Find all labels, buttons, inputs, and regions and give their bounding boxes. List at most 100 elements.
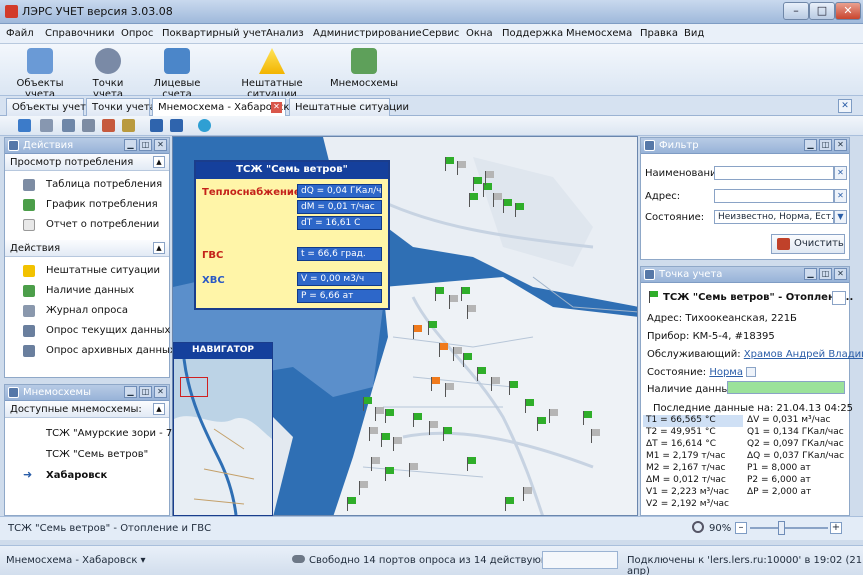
- map-object-marker[interactable]: [473, 177, 482, 191]
- menu-apartment[interactable]: Поквартирный учет: [162, 28, 267, 39]
- mnemo-item-khabarovsk[interactable]: ➜ Хабаровск: [5, 466, 169, 486]
- map-object-marker[interactable]: [457, 161, 466, 175]
- map-object-marker[interactable]: [467, 457, 476, 471]
- map-object-marker[interactable]: [445, 157, 454, 171]
- zoom-out-button[interactable]: –: [735, 522, 747, 534]
- map-object-marker[interactable]: [393, 437, 402, 451]
- map-object-marker[interactable]: [443, 427, 452, 441]
- status-current-view[interactable]: Мнемосхема - Хабаровск ▾: [6, 555, 146, 566]
- table-icon[interactable]: [40, 119, 53, 132]
- filter-name-input[interactable]: [714, 166, 834, 180]
- menu-service[interactable]: Сервис: [422, 28, 459, 39]
- panel-min-icon[interactable]: ▁: [804, 139, 817, 151]
- zoom-slider[interactable]: [750, 527, 828, 529]
- map-object-marker-alarm[interactable]: [413, 325, 422, 339]
- panel-pin-icon[interactable]: ◫: [139, 386, 152, 398]
- tab-points[interactable]: Точки учета: [86, 98, 156, 116]
- menu-support[interactable]: Поддержка: [502, 28, 563, 39]
- zoom-in-button[interactable]: +: [830, 522, 842, 534]
- clear-filter-button[interactable]: Очистить: [771, 234, 845, 254]
- map-navigator[interactable]: НАВИГАТОР: [173, 342, 273, 516]
- minimize-button[interactable]: –: [783, 2, 809, 20]
- map-object-marker[interactable]: [461, 287, 470, 301]
- mnemo-item-seven-winds[interactable]: ТСЖ "Семь ветров": [5, 445, 169, 465]
- map-object-marker[interactable]: [583, 411, 592, 425]
- menu-references[interactable]: Справочники: [45, 28, 115, 39]
- clear-address-icon[interactable]: ✕: [834, 189, 847, 203]
- panel-min-icon[interactable]: ▁: [124, 386, 137, 398]
- clear-name-icon[interactable]: ✕: [834, 166, 847, 180]
- menu-file[interactable]: Файл: [6, 28, 34, 39]
- panel-pin-icon[interactable]: ◫: [819, 139, 832, 151]
- panel-min-icon[interactable]: ▁: [804, 268, 817, 280]
- panel-min-icon[interactable]: ▁: [124, 139, 137, 151]
- map-object-marker[interactable]: [467, 305, 476, 319]
- incidents-button[interactable]: Нештатные ситуации: [221, 46, 323, 100]
- filter-icon[interactable]: [82, 119, 95, 132]
- filter-address-input[interactable]: [714, 189, 834, 203]
- map-object-marker[interactable]: [385, 409, 394, 423]
- map-object-marker[interactable]: [445, 383, 454, 397]
- action-poll-archive[interactable]: Опрос архивных данных: [5, 341, 176, 361]
- map-object-marker[interactable]: [449, 295, 458, 309]
- panel-close-icon[interactable]: ✕: [154, 139, 167, 151]
- report-icon[interactable]: [122, 119, 135, 132]
- section-actions[interactable]: Действия ▲: [5, 240, 169, 257]
- chevron-up-icon[interactable]: ▲: [153, 242, 165, 254]
- object-info-popup[interactable]: ТСЖ "Семь ветров" Теплоснабжение dQ = 0,…: [194, 160, 390, 310]
- map-object-marker[interactable]: [453, 347, 462, 361]
- state-menu-icon[interactable]: [746, 367, 757, 377]
- map-object-marker[interactable]: [549, 409, 558, 423]
- service-link[interactable]: Храмов Андрей Владими...: [744, 349, 863, 360]
- map-object-marker[interactable]: [428, 321, 437, 335]
- list-icon[interactable]: [62, 119, 75, 132]
- map-object-marker[interactable]: [469, 193, 478, 207]
- map-object-marker[interactable]: [359, 481, 368, 495]
- map-object-marker[interactable]: [363, 397, 372, 411]
- map-object-marker[interactable]: [525, 399, 534, 413]
- menu-poll[interactable]: Опрос: [121, 28, 153, 39]
- menu-view[interactable]: Вид: [684, 28, 704, 39]
- save-icon[interactable]: [170, 119, 183, 132]
- map-object-marker[interactable]: [369, 427, 378, 441]
- select-icon[interactable]: [18, 119, 31, 132]
- map-object-marker[interactable]: [491, 377, 500, 391]
- menu-admin[interactable]: Администрирование: [313, 28, 422, 39]
- map-object-marker[interactable]: [371, 457, 380, 471]
- map-object-marker[interactable]: [477, 367, 486, 381]
- maximize-button[interactable]: □: [809, 2, 835, 20]
- action-incidents[interactable]: Нештатные ситуации: [5, 261, 169, 281]
- action-consumption-chart[interactable]: График потребления: [5, 195, 169, 215]
- navigator-viewport[interactable]: [180, 377, 208, 397]
- menu-windows[interactable]: Окна: [466, 28, 493, 39]
- map-object-marker[interactable]: [429, 421, 438, 435]
- panel-pin-icon[interactable]: ◫: [139, 139, 152, 151]
- section-consumption[interactable]: Просмотр потребления ▲: [5, 154, 169, 171]
- map-object-marker[interactable]: [409, 463, 418, 477]
- map-object-marker[interactable]: [503, 199, 512, 213]
- map-object-marker[interactable]: [375, 407, 384, 421]
- panel-close-icon[interactable]: ✕: [834, 268, 847, 280]
- panel-close-icon[interactable]: ✕: [834, 139, 847, 151]
- map-object-marker[interactable]: [523, 487, 532, 501]
- panel-pin-icon[interactable]: ◫: [819, 268, 832, 280]
- map-object-marker[interactable]: [385, 467, 394, 481]
- action-data-availability[interactable]: Наличие данных: [5, 281, 169, 301]
- objects-button[interactable]: Объекты учета: [4, 46, 76, 100]
- menu-edit[interactable]: Правка: [640, 28, 678, 39]
- map-object-marker[interactable]: [413, 413, 422, 427]
- menu-analysis[interactable]: Анализ: [266, 28, 304, 39]
- mnemo-button[interactable]: Мнемосхемы: [330, 46, 398, 89]
- edit-icon[interactable]: [832, 291, 846, 305]
- map-object-marker[interactable]: [435, 287, 444, 301]
- map-object-marker[interactable]: [591, 429, 600, 443]
- map-object-marker[interactable]: [485, 171, 494, 185]
- accounts-button[interactable]: Лицевые счета: [140, 46, 214, 100]
- close-tab-icon[interactable]: ✕: [838, 99, 852, 113]
- action-poll-log[interactable]: Журнал опроса: [5, 301, 169, 321]
- layer-icon[interactable]: [150, 119, 163, 132]
- map-object-marker[interactable]: [347, 497, 356, 511]
- map-object-marker-alarm[interactable]: [431, 377, 440, 391]
- filter-state-select[interactable]: Неизвестно, Норма, Ест...: [714, 210, 834, 224]
- panel-close-icon[interactable]: ✕: [154, 386, 167, 398]
